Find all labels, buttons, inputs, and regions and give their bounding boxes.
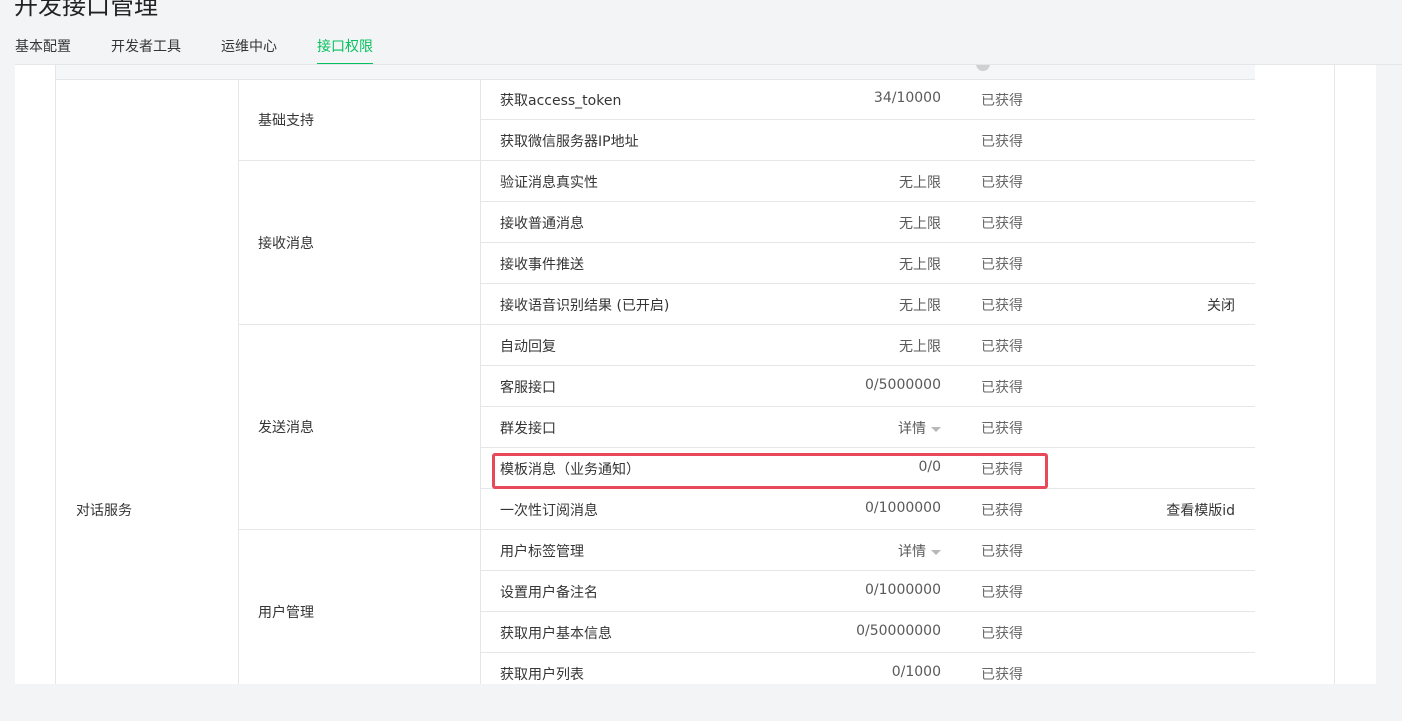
quota-details-dropdown[interactable]: 详情	[898, 541, 941, 561]
api-name: 模板消息（业务通知）	[500, 462, 640, 478]
table-header-strip	[56, 65, 1255, 80]
api-quota: 0/5000000	[865, 377, 941, 393]
api-quota-text: 0/1000000	[865, 582, 941, 598]
permission-row: 验证消息真实性 无上限 已获得	[481, 161, 1255, 202]
api-quota: 无上限	[899, 172, 941, 192]
permission-row: 获取access_token 34/10000 已获得	[481, 79, 1255, 120]
api-status: 已获得	[981, 462, 1023, 478]
api-quota-text: 无上限	[899, 175, 941, 191]
page-title: 开发接口管理	[14, 0, 158, 20]
permission-group: 基础支持	[239, 79, 481, 161]
permission-row: 设置用户备注名 0/1000000 已获得	[481, 571, 1255, 612]
tab-api-permissions[interactable]: 接口权限	[317, 30, 373, 65]
api-name: 获取用户基本信息	[500, 626, 612, 642]
api-status: 已获得	[981, 339, 1023, 355]
permission-groups: 基础支持接收消息发送消息用户管理	[239, 79, 481, 684]
api-status: 已获得	[981, 626, 1023, 642]
api-action-link[interactable]: 查看模版id	[1166, 500, 1235, 520]
api-status: 已获得	[981, 298, 1023, 314]
api-quota-text: 详情	[898, 421, 926, 437]
api-quota-text: 无上限	[899, 339, 941, 355]
api-status: 已获得	[981, 93, 1023, 109]
api-status: 已获得	[981, 503, 1023, 519]
api-quota-text: 0/5000000	[865, 377, 941, 393]
api-quota-text: 无上限	[899, 216, 941, 232]
api-name: 获取微信服务器IP地址	[500, 134, 639, 150]
api-name: 接收语音识别结果 (已开启)	[500, 298, 670, 314]
api-quota-text: 0/1000	[891, 664, 941, 680]
permission-group: 发送消息	[239, 325, 481, 530]
api-name: 用户标签管理	[500, 544, 584, 560]
permission-row: 用户标签管理 详情 已获得	[481, 530, 1255, 571]
api-status: 已获得	[981, 134, 1023, 150]
tab-bar: 基本配置 开发者工具 运维中心 接口权限	[15, 30, 413, 65]
service-category-cell: 对话服务	[56, 79, 239, 684]
permission-row: 获取微信服务器IP地址 已获得	[481, 120, 1255, 161]
api-name: 群发接口	[500, 421, 556, 437]
permissions-panel: 对话服务 基础支持接收消息发送消息用户管理 获取access_token 34/1…	[15, 65, 1376, 684]
permission-row: 客服接口 0/5000000 已获得	[481, 366, 1255, 407]
permission-group: 用户管理	[239, 530, 481, 684]
permission-group: 接收消息	[239, 161, 481, 325]
api-quota: 无上限	[899, 336, 941, 356]
api-name: 客服接口	[500, 380, 556, 396]
api-quota: 0/0	[918, 459, 941, 475]
permission-row: 接收事件推送 无上限 已获得	[481, 243, 1255, 284]
api-quota: 0/1000000	[865, 500, 941, 516]
api-name: 验证消息真实性	[500, 175, 598, 191]
api-quota-text: 无上限	[899, 298, 941, 314]
api-status: 已获得	[981, 421, 1023, 437]
help-icon	[976, 65, 990, 71]
permission-row: 接收普通消息 无上限 已获得	[481, 202, 1255, 243]
permission-row: 群发接口 详情 已获得	[481, 407, 1255, 448]
api-name: 自动回复	[500, 339, 556, 355]
api-status: 已获得	[981, 216, 1023, 232]
permission-row: 获取用户列表 0/1000 已获得	[481, 653, 1255, 684]
permission-group-label: 发送消息	[258, 420, 314, 436]
caret-down-icon	[931, 426, 941, 432]
api-quota: 无上限	[899, 295, 941, 315]
tab-ops-center[interactable]: 运维中心	[221, 30, 277, 64]
api-status: 已获得	[981, 380, 1023, 396]
table-right-border	[1334, 65, 1335, 684]
api-name: 设置用户备注名	[500, 585, 598, 601]
api-status: 已获得	[981, 175, 1023, 191]
api-status: 已获得	[981, 544, 1023, 560]
quota-details-dropdown[interactable]: 详情	[898, 418, 941, 438]
permission-row: 获取用户基本信息 0/50000000 已获得	[481, 612, 1255, 653]
api-name: 接收普通消息	[500, 216, 584, 232]
api-name: 接收事件推送	[500, 257, 584, 273]
api-quota: 0/1000000	[865, 582, 941, 598]
api-quota-text: 无上限	[899, 257, 941, 273]
permission-row: 接收语音识别结果 (已开启) 无上限 已获得 关闭	[481, 284, 1255, 325]
api-action-link[interactable]: 关闭	[1207, 295, 1235, 315]
api-name: 获取用户列表	[500, 667, 584, 683]
api-name: 获取access_token	[500, 93, 622, 109]
api-quota-text: 34/10000	[873, 90, 941, 106]
permission-group-label: 接收消息	[258, 235, 314, 252]
permission-row: 自动回复 无上限 已获得	[481, 325, 1255, 366]
tab-basic-config[interactable]: 基本配置	[15, 30, 71, 64]
tab-developer-tools[interactable]: 开发者工具	[111, 30, 181, 64]
api-quota: 0/50000000	[856, 623, 941, 639]
api-status: 已获得	[981, 585, 1023, 601]
api-quota: 无上限	[899, 213, 941, 233]
api-quota-text: 0/1000000	[865, 500, 941, 516]
permission-row: 一次性订阅消息 0/1000000 已获得 查看模版id	[481, 489, 1255, 530]
caret-down-icon	[931, 549, 941, 555]
api-quota-text: 详情	[898, 544, 926, 560]
permission-group-label: 用户管理	[258, 604, 314, 621]
api-status: 已获得	[981, 257, 1023, 273]
api-quota: 0/1000	[892, 664, 941, 680]
permission-group-label: 基础支持	[258, 112, 314, 129]
api-quota-text: 0/0	[918, 459, 941, 475]
permission-rows: 获取access_token 34/10000 已获得 获取微信服务器IP地址 已获得验…	[481, 79, 1255, 684]
api-quota: 无上限	[899, 254, 941, 274]
api-name: 一次性订阅消息	[500, 503, 598, 519]
api-status: 已获得	[981, 667, 1023, 683]
api-quota: 34/10000	[874, 90, 941, 106]
api-quota-text: 0/50000000	[856, 623, 941, 639]
permission-row: 模板消息（业务通知） 0/0 已获得	[481, 448, 1255, 489]
service-category-label: 对话服务	[76, 503, 132, 519]
